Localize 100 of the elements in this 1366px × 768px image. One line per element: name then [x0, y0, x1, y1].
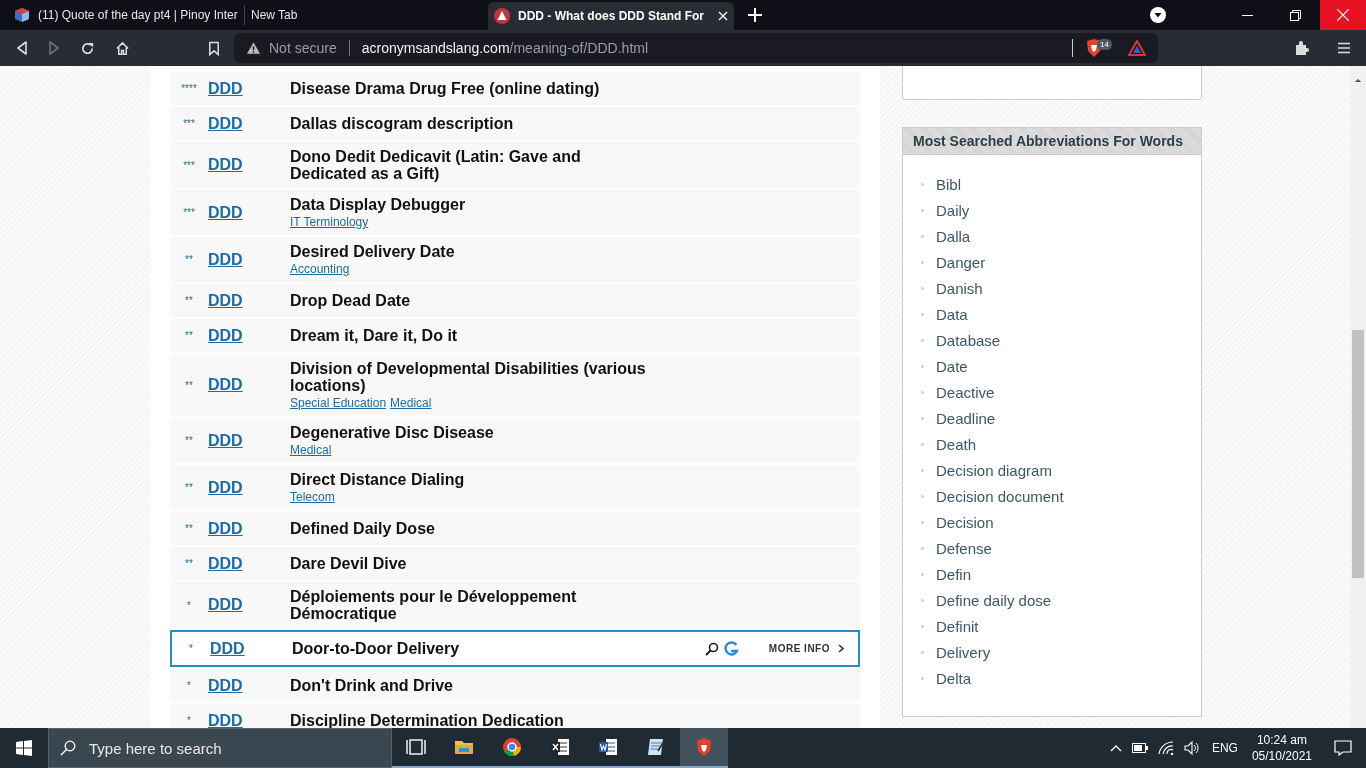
bullet-icon — [921, 494, 924, 498]
triangle-icon[interactable] — [1128, 40, 1146, 56]
address-bar[interactable]: Not secure acronymsandslang.com/meaning-of/DDD.html 14 — [234, 33, 1158, 63]
chevron-right-icon — [838, 644, 844, 653]
word-link[interactable]: Deactive — [936, 383, 995, 401]
chevron-up-icon[interactable] — [1109, 744, 1122, 752]
category-link[interactable]: Accounting — [290, 262, 350, 276]
term-link[interactable]: DDD — [208, 291, 290, 310]
word-link[interactable]: Define daily dose — [936, 591, 1052, 609]
windows-icon — [16, 740, 32, 756]
word-link[interactable]: Danger — [936, 253, 986, 271]
rank-asterisks: ** — [184, 330, 194, 341]
word-link[interactable]: Death — [936, 435, 977, 453]
wifi-icon[interactable] — [1157, 741, 1174, 755]
dropdown-icon[interactable] — [1150, 7, 1166, 23]
new-tab-icon[interactable] — [748, 8, 762, 22]
word-link[interactable]: Bibl — [936, 175, 961, 193]
search-icon[interactable] — [704, 641, 719, 656]
bullet-icon — [921, 416, 924, 420]
term-link[interactable]: DDD — [208, 326, 290, 345]
category-link[interactable]: IT Terminology — [290, 215, 369, 229]
meaning-text: Drop Dead Date — [290, 292, 412, 309]
meaning-text: Division of Developmental Disabilities (various locations) — [290, 360, 647, 394]
term-link[interactable]: DDD — [208, 519, 290, 538]
reload-icon[interactable] — [80, 40, 95, 56]
more-info-link[interactable]: MORE INFO — [768, 643, 844, 654]
term-link[interactable]: DDD — [208, 478, 290, 497]
search-icon — [60, 740, 76, 756]
bullet-icon — [921, 208, 924, 212]
close-icon — [1337, 9, 1349, 21]
menu-icon[interactable] — [1338, 42, 1350, 54]
term-link[interactable]: DDD — [208, 431, 290, 450]
word-link[interactable]: Deadline — [936, 409, 996, 427]
rank-asterisks: ** — [184, 523, 194, 534]
speaker-icon[interactable] — [1183, 741, 1200, 755]
warning-icon — [246, 41, 261, 55]
word-link[interactable]: Decision document — [936, 487, 1064, 505]
word-link[interactable]: Delta — [936, 669, 972, 687]
word-link[interactable]: Defin — [936, 565, 972, 583]
clock-date[interactable]: 05/10/2021 — [1251, 748, 1312, 764]
word-link[interactable]: Dalla — [936, 227, 971, 245]
extensions-icon[interactable] — [1294, 40, 1310, 56]
word-link[interactable]: Database — [936, 331, 1001, 349]
rank-asterisks: *** — [182, 207, 196, 218]
meaning-text: Dallas discogram description — [290, 115, 515, 132]
bullet-icon — [921, 624, 924, 628]
term-link[interactable]: DDD — [208, 596, 290, 614]
word-link[interactable]: Defense — [936, 539, 992, 557]
meaning-text: Dream it, Dare it, Do it — [290, 327, 459, 344]
document-icon — [598, 737, 618, 757]
term-link[interactable]: DDD — [208, 711, 290, 728]
term-link[interactable]: DDD — [208, 250, 290, 269]
bullet-icon — [921, 520, 924, 524]
meaning-text: Déploiements pour le Développement Démocratique — [290, 588, 578, 622]
sidebar-heading: Most Searched Abbreviations For Words — [903, 128, 1201, 155]
task-view-icon — [406, 737, 426, 757]
word-link[interactable]: Data — [936, 305, 968, 323]
category-link[interactable]: Medical — [390, 396, 432, 410]
meaning-text: Dono Dedit Dedicavit (Latin: Gave and Dedicated as a Gift) — [290, 148, 582, 182]
bookmark-icon[interactable] — [208, 40, 220, 56]
rank-asterisks: * — [186, 715, 192, 726]
word-link[interactable]: Date — [936, 357, 968, 375]
word-link[interactable]: Decision — [936, 513, 994, 531]
term-link[interactable]: DDD — [208, 203, 290, 222]
term-link[interactable]: DDD — [208, 114, 290, 133]
battery-icon[interactable] — [1131, 743, 1148, 753]
close-icon[interactable] — [718, 11, 728, 21]
meaning-text: Degenerative Disc Disease — [290, 424, 495, 441]
term-link[interactable]: DDD — [210, 639, 292, 658]
category-link[interactable]: Special Education — [290, 396, 387, 410]
scroll-up-icon[interactable] — [1354, 78, 1362, 83]
taskbar-search-field[interactable]: Type here to search — [48, 728, 392, 768]
bullet-icon — [921, 650, 924, 654]
back-icon[interactable] — [16, 41, 28, 55]
term-link[interactable]: DDD — [208, 554, 290, 573]
bullet-icon — [921, 338, 924, 342]
browser-tab[interactable]: DDD - What does DDD Stand For — [488, 2, 734, 30]
term-link[interactable]: DDD — [208, 79, 290, 98]
home-icon[interactable] — [115, 40, 130, 56]
browser-tab[interactable]: (11) Quote of the day pt4 | Pinoy Inter — [8, 0, 244, 30]
word-link[interactable]: Decision diagram — [936, 461, 1052, 479]
notification-icon[interactable] — [1334, 740, 1352, 756]
term-link[interactable]: DDD — [208, 156, 290, 174]
bullet-icon — [921, 598, 924, 602]
word-link[interactable]: Daily — [936, 201, 970, 219]
scrollbar-thumb[interactable] — [1352, 330, 1364, 578]
bullet-icon — [921, 546, 924, 550]
rank-asterisks: ** — [184, 379, 194, 391]
rank-asterisks: ** — [184, 558, 194, 569]
term-link[interactable]: DDD — [208, 376, 290, 394]
result-row-highlight[interactable]: * DDD Door-to-Door Delivery MORE INFO — [170, 630, 860, 667]
category-link[interactable]: Telecom — [290, 490, 335, 504]
word-link[interactable]: Delivery — [936, 643, 991, 661]
language-indicator[interactable]: ENG — [1211, 741, 1238, 755]
category-link[interactable]: Medical — [290, 443, 332, 457]
g-letter-icon[interactable] — [722, 640, 739, 657]
clock-time[interactable]: 10:24 am — [1256, 732, 1307, 748]
term-link[interactable]: DDD — [208, 676, 290, 695]
word-link[interactable]: Danish — [936, 279, 983, 297]
word-link[interactable]: Definit — [936, 617, 979, 635]
